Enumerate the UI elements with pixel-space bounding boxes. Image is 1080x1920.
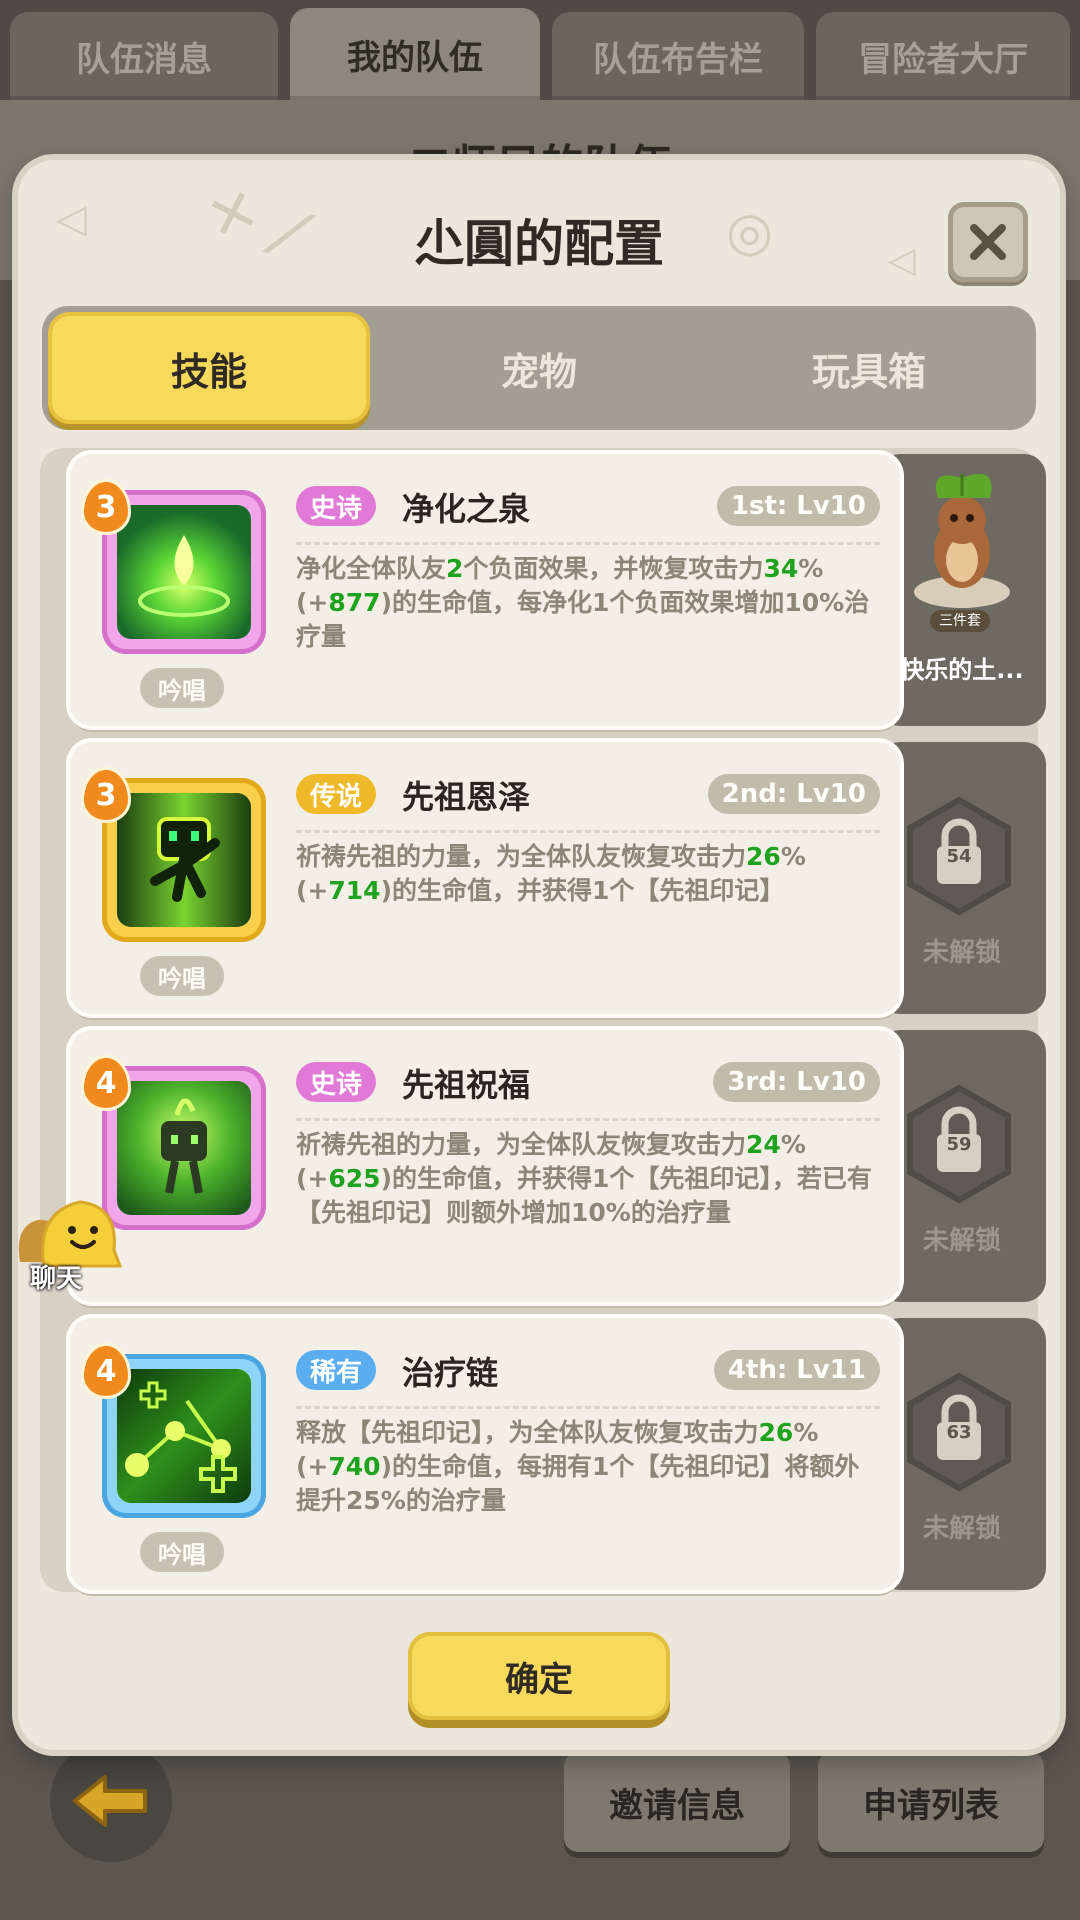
- confirm-button[interactable]: 确定: [408, 1632, 670, 1720]
- locked-slot: 59 未解锁: [878, 1030, 1046, 1302]
- modal-title: 尐圓的配置: [414, 215, 664, 273]
- close-button[interactable]: [948, 202, 1028, 282]
- locked-slot: 54 未解锁: [878, 742, 1046, 1014]
- pet-set-badge: 三件套: [930, 610, 990, 632]
- tab-team-messages[interactable]: 队伍消息: [10, 12, 278, 100]
- back-arrow-icon: [73, 1775, 147, 1827]
- ancestor-blessing-icon: [117, 1081, 251, 1215]
- skill-card[interactable]: 4 吟唱 稀有 治疗链 4th: Lv11 释放【先祖印记】，为全体队友恢复攻击…: [70, 1318, 900, 1590]
- skill-name: 治疗链: [402, 1354, 499, 1392]
- lock-group: 54 未解锁: [878, 782, 1046, 1012]
- lock-label: 未解锁: [922, 1514, 1001, 1544]
- chant-tag: 吟唱: [140, 668, 224, 708]
- rarity-badge: 史诗: [296, 1062, 377, 1102]
- lock-group: 63 未解锁: [878, 1358, 1046, 1588]
- back-button[interactable]: [50, 1740, 172, 1862]
- apply-list-button[interactable]: 申请列表: [818, 1752, 1044, 1852]
- rarity-badge: 稀有: [296, 1350, 377, 1390]
- config-tab-bar: 技能 宠物 玩具箱: [42, 306, 1036, 430]
- skill-slot-level: 4th: Lv11: [713, 1350, 880, 1390]
- skill-description: 祈祷先祖的力量，为全体队友恢复攻击力26%(+714)的生命值，并获得1个【先祖…: [296, 842, 806, 905]
- lock-level: 54: [946, 846, 972, 867]
- skill-card[interactable]: 3 吟唱 传说 先祖恩泽 2nd: Lv10 祈祷先祖的力量，为全体队友恢复攻击…: [70, 742, 900, 1014]
- skill-name: 净化之泉: [402, 490, 531, 528]
- lock-label: 未解锁: [922, 938, 1001, 968]
- divider: [296, 1406, 880, 1409]
- invite-info-button[interactable]: 邀请信息: [564, 1752, 790, 1852]
- heal-chain-icon: [117, 1369, 251, 1503]
- lock-group: 59 未解锁: [878, 1070, 1046, 1300]
- skill-name: 先祖恩泽: [402, 778, 531, 816]
- pet-slot[interactable]: 三件套 快乐的土...: [878, 454, 1046, 726]
- close-icon: [970, 224, 1006, 260]
- chat-label: 聊天: [30, 1264, 83, 1294]
- divider: [296, 830, 880, 833]
- skill-slot-level: 3rd: Lv10: [713, 1062, 880, 1102]
- skill-card[interactable]: 4 史诗 先祖祝福 3rd: Lv10 祈祷先祖的力量，为全体队友恢复攻击力24…: [70, 1030, 900, 1302]
- skill-slot-level: 2nd: Lv10: [707, 774, 880, 814]
- pet-name: 快乐的土...: [900, 656, 1024, 684]
- rarity-badge: 史诗: [296, 486, 377, 526]
- ancestor-spirit-icon: [117, 793, 251, 927]
- divider: [296, 542, 880, 545]
- skill-description: 祈祷先祖的力量，为全体队友恢复攻击力24%(+625)的生命值，并获得1个【先祖…: [296, 1130, 872, 1227]
- chat-button[interactable]: 聊天: [14, 1196, 124, 1296]
- pet-squirrel-icon: [914, 473, 1010, 608]
- tab-team-bulletin[interactable]: 队伍布告栏: [552, 12, 804, 100]
- config-modal: ✕ ⟋ ◁ ◎ ◁ 尐圓的配置 技能 宠物 玩具箱 三件套 快乐的土... 54…: [18, 160, 1060, 1750]
- tab-adventurer-hall[interactable]: 冒险者大厅: [816, 12, 1070, 100]
- divider: [296, 1118, 880, 1121]
- spring-drop-icon: [117, 505, 251, 639]
- tab-toybox[interactable]: 玩具箱: [708, 312, 1030, 424]
- locked-slot: 63 未解锁: [878, 1318, 1046, 1590]
- skill-card[interactable]: 3 吟唱 史诗 净化之泉 1st: Lv10 净化全体队友2个负面效果，并恢复攻…: [70, 454, 900, 726]
- tab-pets[interactable]: 宠物: [378, 312, 700, 424]
- skill-description: 释放【先祖印记】，为全体队友恢复攻击力26%(+740)的生命值，每拥有1个【先…: [296, 1418, 860, 1515]
- chant-tag: 吟唱: [140, 1532, 224, 1572]
- top-tab-bar: 队伍消息 我的队伍 队伍布告栏 冒险者大厅: [0, 0, 1080, 100]
- skill-description: 净化全体队友2个负面效果，并恢复攻击力34%(+877)的生命值，每净化1个负面…: [296, 554, 870, 651]
- tab-my-team[interactable]: 我的队伍: [290, 8, 540, 100]
- tab-skills[interactable]: 技能: [48, 312, 370, 424]
- lock-level: 59: [946, 1134, 972, 1155]
- skill-list: 三件套 快乐的土... 54 未解锁 59 未解锁 63 未解锁 3 吟唱 史诗…: [40, 448, 1046, 1592]
- skill-name: 先祖祝福: [402, 1066, 531, 1104]
- lock-level: 63: [946, 1422, 972, 1443]
- lock-label: 未解锁: [922, 1226, 1001, 1256]
- rarity-badge: 传说: [296, 774, 377, 814]
- skill-slot-level: 1st: Lv10: [716, 486, 880, 526]
- chant-tag: 吟唱: [140, 956, 224, 996]
